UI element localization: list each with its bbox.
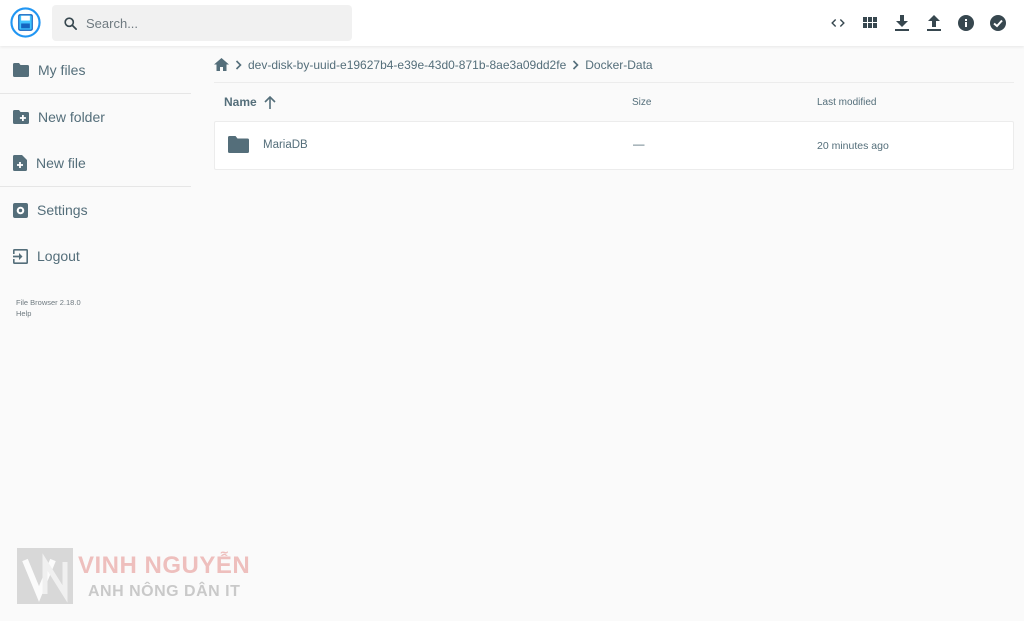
sidebar-item-label: New folder: [38, 109, 105, 125]
watermark-logo: [17, 548, 73, 604]
search-input[interactable]: [86, 15, 326, 31]
header-actions: [822, 11, 1014, 35]
sidebar-item-label: Settings: [37, 202, 88, 218]
chevron-right-icon: [235, 59, 242, 70]
sidebar: My files New folder New file Settings Lo…: [0, 47, 191, 319]
watermark: VINH NGUYỄN ANH NÔNG DÂN IT: [17, 548, 257, 604]
sidebar-item-new-folder[interactable]: New folder: [0, 94, 191, 140]
chevron-right-icon: [572, 59, 579, 70]
new-folder-icon: [13, 110, 29, 124]
search-box[interactable]: [52, 5, 352, 41]
column-name-header[interactable]: Name: [224, 95, 276, 109]
folder-icon: [13, 63, 29, 77]
sidebar-item-logout[interactable]: Logout: [0, 233, 191, 279]
breadcrumb-item[interactable]: Docker-Data: [585, 58, 652, 72]
help-link[interactable]: Help: [16, 308, 191, 319]
sidebar-item-label: My files: [38, 62, 86, 78]
logout-icon: [13, 248, 28, 264]
home-icon[interactable]: [214, 58, 229, 71]
list-item[interactable]: MariaDB — 20 minutes ago: [214, 121, 1014, 170]
sidebar-item-my-files[interactable]: My files: [0, 47, 191, 93]
watermark-line2: ANH NÔNG DÂN IT: [88, 583, 241, 600]
watermark-line1: VINH NGUYỄN: [78, 552, 251, 579]
column-size-header[interactable]: Size: [632, 97, 651, 108]
folder-icon: [228, 136, 249, 153]
credits: File Browser 2.18.0 Help: [0, 297, 191, 319]
sidebar-item-label: Logout: [37, 248, 80, 264]
column-label: Name: [224, 95, 257, 109]
search-icon: [64, 16, 77, 30]
download-icon[interactable]: [886, 11, 918, 35]
column-modified-header[interactable]: Last modified: [817, 97, 876, 108]
sidebar-item-settings[interactable]: Settings: [0, 187, 191, 233]
breadcrumb: dev-disk-by-uuid-e19627b4-e39e-43d0-871b…: [214, 47, 1014, 83]
sidebar-item-new-file[interactable]: New file: [0, 140, 191, 186]
select-check-icon[interactable]: [982, 11, 1014, 35]
item-modified: 20 minutes ago: [817, 140, 889, 152]
sidebar-item-label: New file: [36, 155, 86, 171]
item-name: MariaDB: [263, 139, 308, 151]
breadcrumb-item[interactable]: dev-disk-by-uuid-e19627b4-e39e-43d0-871b…: [248, 58, 566, 72]
file-browser-logo-icon[interactable]: [10, 7, 41, 38]
new-file-icon: [13, 155, 27, 171]
top-bar: [0, 0, 1024, 46]
file-listing: dev-disk-by-uuid-e19627b4-e39e-43d0-871b…: [214, 47, 1014, 170]
arrow-up-icon: [264, 95, 276, 109]
grid-view-icon[interactable]: [854, 11, 886, 35]
item-size: —: [633, 139, 645, 151]
version-text: File Browser 2.18.0: [16, 298, 81, 307]
list-header: Name Size Last modified: [214, 83, 1014, 121]
upload-icon[interactable]: [918, 11, 950, 35]
info-icon[interactable]: [950, 11, 982, 35]
settings-icon: [13, 202, 28, 218]
code-icon[interactable]: [822, 11, 854, 35]
